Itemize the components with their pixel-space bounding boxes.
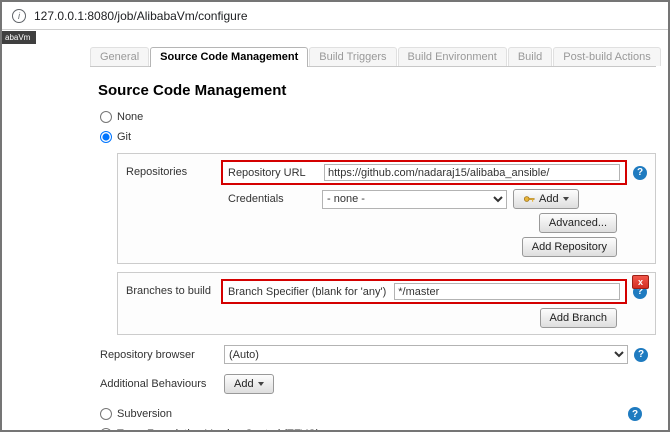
delete-branch-button[interactable]: x (632, 275, 649, 289)
tab-general[interactable]: General (90, 47, 150, 66)
page-title: Source Code Management (98, 82, 287, 99)
address-url[interactable]: 127.0.0.1:8080/job/AlibabaVm/configure (34, 9, 248, 23)
help-icon-repository-url[interactable]: ? (633, 165, 647, 180)
tab-post-build-actions[interactable]: Post-build Actions (553, 47, 661, 66)
branches-to-build-label: Branches to build (126, 285, 211, 297)
credentials-add-label: Add (539, 193, 559, 205)
scm-option-none-label: None (117, 111, 144, 123)
help-icon-subversion[interactable]: ? (628, 407, 642, 421)
credentials-select[interactable]: - none - (322, 189, 507, 209)
add-repository-button[interactable]: Add Repository (521, 237, 617, 257)
page-info-icon[interactable]: i (12, 8, 26, 23)
branch-specifier-input[interactable] (394, 283, 620, 300)
chevron-down-icon (562, 197, 569, 201)
credentials-row: Credentials - none - Add (221, 189, 647, 209)
key-icon (523, 196, 535, 202)
browser-window: i 127.0.0.1:8080/job/AlibabaVm/configure… (0, 0, 670, 432)
repository-browser-label: Repository browser (100, 348, 195, 361)
jenkins-configure-page: General Source Code Management Build Tri… (90, 47, 661, 430)
scm-option-subversion-label: Subversion (117, 408, 173, 420)
repository-url-highlight: Repository URL (221, 160, 627, 185)
additional-behaviours-add-button[interactable]: Add (224, 374, 274, 394)
tab-build[interactable]: Build (507, 47, 553, 66)
additional-behaviours-add-label: Add (234, 378, 254, 390)
credentials-add-button[interactable]: Add (513, 189, 579, 209)
scm-radio-none[interactable] (100, 111, 112, 123)
browser-tab-fragment[interactable]: abaVm (2, 31, 36, 44)
repositories-fields: Repository URL ? Credentials - none - (221, 160, 647, 257)
scm-radio-tfvc[interactable] (100, 428, 112, 430)
scm-option-git[interactable]: Git (100, 131, 131, 143)
advanced-row: Advanced... (221, 213, 647, 233)
repository-url-input[interactable] (324, 164, 620, 181)
scm-radio-git[interactable] (100, 131, 112, 143)
config-tabbar: General Source Code Management Build Tri… (90, 47, 661, 67)
scm-option-none[interactable]: None (100, 111, 143, 123)
repository-browser-row: Repository browser (Auto) ? (100, 345, 656, 364)
scm-radio-subversion[interactable] (100, 408, 112, 420)
repository-url-row: Repository URL ? (221, 160, 647, 185)
tab-source-code-management[interactable]: Source Code Management (150, 47, 309, 67)
scm-option-tfvc-label: Team Foundation Version Control (TFVC) (117, 428, 319, 430)
git-repositories-section: Repositories Repository URL ? Credential… (117, 153, 656, 264)
repositories-label: Repositories (126, 166, 188, 178)
chevron-down-icon (257, 382, 264, 386)
add-branch-row: Add Branch (221, 308, 647, 328)
credentials-label: Credentials (228, 193, 284, 205)
browser-address-bar[interactable]: i 127.0.0.1:8080/job/AlibabaVm/configure (2, 2, 668, 30)
branch-specifier-highlight: Branch Specifier (blank for 'any') (221, 279, 627, 304)
scm-row-none: None (90, 107, 656, 127)
additional-behaviours-row: Additional Behaviours Add (100, 374, 656, 394)
add-branch-button[interactable]: Add Branch (539, 308, 617, 328)
tab-build-triggers[interactable]: Build Triggers (309, 47, 397, 66)
help-icon-repository-browser[interactable]: ? (634, 347, 648, 362)
scm-option-git-label: Git (117, 131, 132, 143)
scm-option-subversion[interactable]: Subversion (100, 408, 172, 420)
repository-url-label: Repository URL (228, 166, 306, 179)
branch-specifier-label: Branch Specifier (blank for 'any') (228, 285, 387, 298)
branches-fields: Branch Specifier (blank for 'any') ? Add… (221, 279, 647, 328)
repository-browser-select[interactable]: (Auto) (224, 345, 628, 364)
git-branches-section: x Branches to build Branch Specifier (bl… (117, 272, 656, 335)
tab-build-environment[interactable]: Build Environment (397, 47, 507, 66)
branch-specifier-row: Branch Specifier (blank for 'any') ? (221, 279, 647, 304)
advanced-button[interactable]: Advanced... (538, 213, 617, 233)
scm-row-tfvc: Team Foundation Version Control (TFVC) (90, 424, 656, 430)
scm-row-subversion: Subversion ? (90, 404, 656, 424)
add-repository-row: Add Repository (221, 237, 647, 257)
scm-row-git: Git (90, 127, 656, 147)
additional-behaviours-label: Additional Behaviours (100, 378, 207, 390)
scm-option-tfvc[interactable]: Team Foundation Version Control (TFVC) (100, 428, 319, 430)
